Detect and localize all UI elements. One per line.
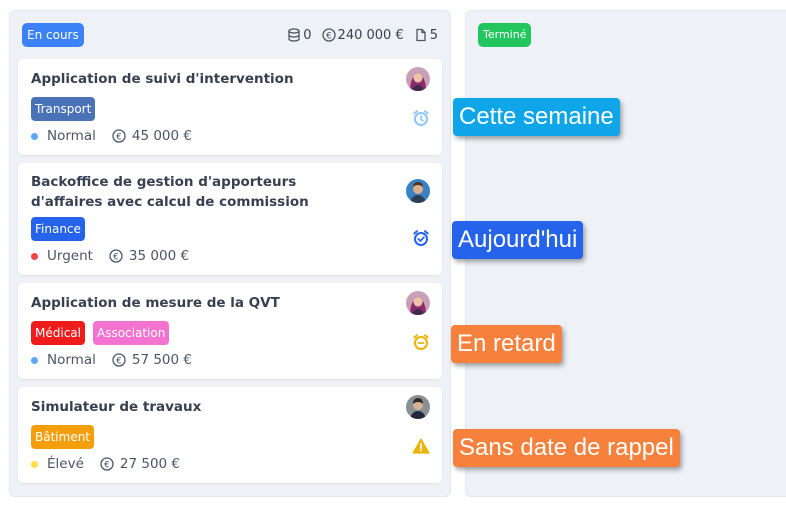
card-amount-value: 27 500 € bbox=[119, 456, 181, 472]
avatar bbox=[406, 395, 430, 419]
column-status-badge[interactable]: En cours bbox=[22, 23, 84, 47]
card-meta: Urgent € 35 000 € bbox=[31, 248, 189, 264]
svg-text:€: € bbox=[116, 132, 121, 142]
avatar bbox=[406, 67, 430, 91]
priority-label: Normal bbox=[47, 352, 96, 368]
stat-database-value: 0 bbox=[303, 27, 312, 43]
column-en-cours: En cours 0 € 240 000 € 5 Application de … bbox=[9, 10, 451, 497]
deal-card[interactable]: Simulateur de travaux Bâtiment Élevé € 2… bbox=[18, 387, 442, 483]
euro-icon: € bbox=[321, 28, 336, 42]
warning-icon bbox=[412, 437, 430, 459]
legend-this-week: Cette semaine bbox=[453, 98, 620, 136]
deal-card[interactable]: Application de suivi d'intervention Tran… bbox=[18, 59, 442, 155]
card-title: Application de mesure de la QVT bbox=[31, 295, 280, 311]
avatar bbox=[406, 291, 430, 315]
tag[interactable]: Bâtiment bbox=[31, 425, 95, 449]
stat-documents-value: 5 bbox=[429, 27, 438, 43]
card-tags: Médical Association bbox=[31, 321, 177, 345]
document-icon bbox=[416, 28, 426, 42]
card-amount: € 27 500 € bbox=[100, 456, 180, 472]
stat-database: 0 bbox=[287, 27, 312, 43]
stat-amount: € 240 000 € bbox=[321, 27, 404, 43]
euro-icon: € bbox=[112, 129, 126, 143]
card-meta: Normal € 45 000 € bbox=[31, 128, 192, 144]
column-header: En cours 0 € 240 000 € 5 bbox=[22, 23, 438, 47]
stat-documents: 5 bbox=[414, 28, 438, 43]
card-amount-value: 35 000 € bbox=[128, 248, 190, 264]
card-tags: Bâtiment bbox=[31, 425, 102, 449]
column-header: Terminé bbox=[478, 23, 782, 47]
card-amount-value: 57 500 € bbox=[131, 352, 192, 368]
priority-dot bbox=[31, 252, 38, 260]
legend-today: Aujourd'hui bbox=[452, 221, 584, 259]
stat-amount-value: 240 000 € bbox=[337, 27, 404, 43]
card-tags: Finance bbox=[31, 217, 93, 241]
priority-label: Élevé bbox=[47, 456, 84, 472]
deal-card[interactable]: Backoffice de gestion d'apporteurs d'aff… bbox=[18, 163, 442, 275]
euro-icon: € bbox=[100, 457, 114, 471]
alarm-check-icon bbox=[412, 229, 430, 251]
svg-text:€: € bbox=[326, 31, 331, 41]
alarm-clock-icon bbox=[412, 109, 430, 131]
alarm-minus-icon bbox=[412, 333, 430, 355]
priority-label: Normal bbox=[47, 128, 96, 144]
column-stats: 0 € 240 000 € 5 bbox=[277, 23, 438, 47]
card-amount-value: 45 000 € bbox=[131, 128, 192, 144]
card-amount: € 45 000 € bbox=[112, 128, 192, 144]
priority-dot bbox=[31, 132, 38, 140]
card-title: Simulateur de travaux bbox=[31, 399, 202, 415]
euro-icon: € bbox=[109, 249, 123, 263]
svg-text:€: € bbox=[116, 356, 121, 366]
priority-dot bbox=[31, 460, 38, 468]
card-tags: Transport bbox=[31, 97, 103, 121]
svg-text:€: € bbox=[113, 252, 118, 262]
euro-icon: € bbox=[112, 353, 126, 367]
legend-no-reminder: Sans date de rappel bbox=[453, 429, 680, 467]
column-status-badge[interactable]: Terminé bbox=[478, 23, 532, 47]
avatar bbox=[406, 179, 430, 203]
card-amount: € 35 000 € bbox=[109, 248, 189, 264]
tag[interactable]: Association bbox=[92, 321, 170, 345]
card-meta: Élevé € 27 500 € bbox=[31, 456, 180, 472]
tag[interactable]: Finance bbox=[31, 217, 85, 241]
card-title: Backoffice de gestion d'apporteurs d'aff… bbox=[31, 174, 309, 210]
legend-overdue: En retard bbox=[451, 325, 562, 363]
deal-card[interactable]: Application de mesure de la QVT Médical … bbox=[18, 283, 442, 379]
tag[interactable]: Médical bbox=[31, 321, 85, 345]
priority-label: Urgent bbox=[47, 248, 93, 264]
tag[interactable]: Transport bbox=[31, 97, 96, 121]
card-meta: Normal € 57 500 € bbox=[31, 352, 192, 368]
svg-text:€: € bbox=[104, 460, 109, 470]
card-title: Application de suivi d'intervention bbox=[31, 71, 294, 87]
priority-dot bbox=[31, 356, 38, 364]
card-amount: € 57 500 € bbox=[112, 352, 192, 368]
database-icon bbox=[288, 28, 300, 42]
